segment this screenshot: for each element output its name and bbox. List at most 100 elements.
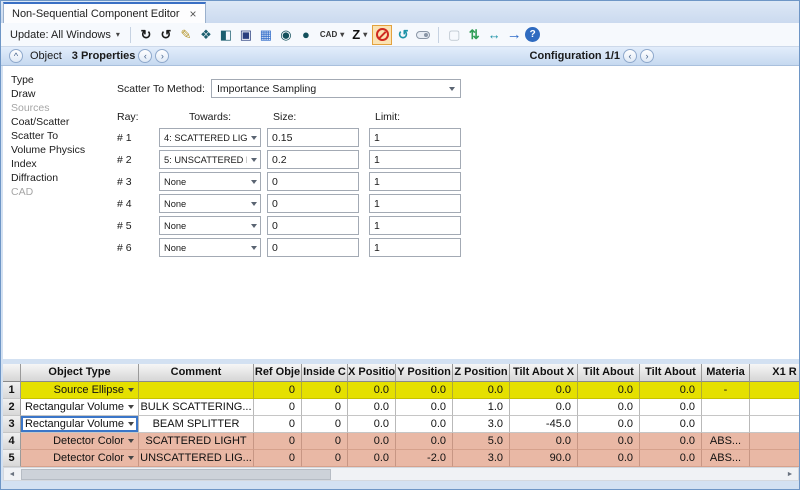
cell-z-position[interactable]: 0.0	[453, 382, 510, 399]
towards-select[interactable]: None	[159, 172, 261, 191]
cell-y-position[interactable]: 0.0	[396, 399, 453, 416]
cell-object-type[interactable]: Detector Color	[21, 450, 139, 467]
cell-ref-object[interactable]: 0	[254, 450, 302, 467]
refresh-icon[interactable]: ↻	[137, 26, 155, 44]
towards-select[interactable]: None	[159, 238, 261, 257]
cell-tilt-x[interactable]: -45.0	[510, 416, 578, 433]
cell-x-position[interactable]: 0.0	[348, 399, 396, 416]
help-icon[interactable]: ?	[525, 27, 540, 42]
size-input[interactable]	[267, 172, 359, 191]
cell-tilt-z[interactable]: 0.0	[640, 399, 702, 416]
sidebar-item-volume-physics[interactable]: Volume Physics	[11, 143, 103, 157]
no-symbol-icon[interactable]	[372, 25, 392, 45]
cell-tilt-z[interactable]: 0.0	[640, 382, 702, 399]
cell-x-position[interactable]: 0.0	[348, 416, 396, 433]
cell-tilt-z[interactable]: 0.0	[640, 433, 702, 450]
cell-comment[interactable]: BULK SCATTERING...	[139, 399, 254, 416]
rotate-icon[interactable]: ↺	[394, 26, 412, 44]
refresh-all-icon[interactable]: ↺	[157, 26, 175, 44]
cell-material[interactable]: ABS...	[702, 433, 750, 450]
cell-tilt-x[interactable]: 0.0	[510, 433, 578, 450]
cell-ref-object[interactable]: 0	[254, 399, 302, 416]
ray-dots-icon[interactable]: ◉	[277, 26, 295, 44]
cell-z-position[interactable]: 5.0	[453, 433, 510, 450]
scatter-method-select[interactable]: Importance Sampling	[211, 79, 461, 98]
size-input[interactable]	[267, 238, 359, 257]
cell-tilt-x[interactable]: 0.0	[510, 399, 578, 416]
cell-inside-of[interactable]: 0	[302, 450, 348, 467]
cell-y-position[interactable]: 0.0	[396, 416, 453, 433]
cell-object-type[interactable]: Rectangular Volume	[21, 399, 139, 416]
cell-x1[interactable]	[750, 416, 799, 433]
cell-tilt-y[interactable]: 0.0	[578, 416, 640, 433]
size-input[interactable]	[267, 216, 359, 235]
cell-y-position[interactable]: -2.0	[396, 450, 453, 467]
cell-tilt-x[interactable]: 0.0	[510, 382, 578, 399]
cell-tilt-z[interactable]: 0.0	[640, 450, 702, 467]
update-mode-dropdown[interactable]: Update: All Windows ▾	[6, 27, 124, 43]
edit-pencil-icon[interactable]: ✎	[177, 26, 195, 44]
cell-tilt-z[interactable]: 0.0	[640, 416, 702, 433]
cell-ref-object[interactable]: 0	[254, 433, 302, 450]
cell-x1[interactable]	[750, 382, 799, 399]
cell-object-type[interactable]: Source Ellipse	[21, 382, 139, 399]
shaded-model-icon[interactable]: ❖	[197, 26, 215, 44]
close-icon[interactable]: ×	[190, 8, 197, 20]
cell-inside-of[interactable]: 0	[302, 399, 348, 416]
cell-x-position[interactable]: 0.0	[348, 433, 396, 450]
cell-x1[interactable]	[750, 433, 799, 450]
prev-object-button[interactable]: ‹	[138, 49, 152, 63]
cell-object-type[interactable]: Detector Color	[21, 433, 139, 450]
prev-configuration-button[interactable]: ‹	[623, 49, 637, 63]
row-number[interactable]: 4	[3, 433, 21, 450]
limit-input[interactable]	[369, 172, 461, 191]
towards-select[interactable]: 4: SCATTERED LIGHT	[159, 128, 261, 147]
next-configuration-button[interactable]: ›	[640, 49, 654, 63]
grid-icon[interactable]: ▦	[257, 26, 275, 44]
cell-z-position[interactable]: 1.0	[453, 399, 510, 416]
sidebar-item-diffraction[interactable]: Diffraction	[11, 171, 103, 185]
cell-z-position[interactable]: 3.0	[453, 450, 510, 467]
cell-comment[interactable]: SCATTERED LIGHT	[139, 433, 254, 450]
cell-inside-of[interactable]: 0	[302, 382, 348, 399]
cell-tilt-y[interactable]: 0.0	[578, 399, 640, 416]
tab-nsc-editor[interactable]: Non-Sequential Component Editor ×	[3, 2, 206, 23]
row-number[interactable]: 3	[3, 416, 21, 433]
solid-model-icon[interactable]: ▣	[237, 26, 255, 44]
cell-y-position[interactable]: 0.0	[396, 382, 453, 399]
sidebar-item-coat-scatter[interactable]: Coat/Scatter	[11, 115, 103, 129]
cell-z-position[interactable]: 3.0	[453, 416, 510, 433]
forward-arrow-icon[interactable]: →	[505, 26, 523, 44]
horizontal-scrollbar[interactable]: ◄ ►	[3, 467, 799, 481]
scrollbar-thumb[interactable]	[21, 469, 331, 480]
cross-section-icon[interactable]: ◧	[217, 26, 235, 44]
cell-x1[interactable]	[750, 450, 799, 467]
cell-ref-object[interactable]: 0	[254, 382, 302, 399]
cell-x1[interactable]	[750, 399, 799, 416]
cell-inside-of[interactable]: 0	[302, 433, 348, 450]
sidebar-item-scatter-to[interactable]: Scatter To	[11, 129, 103, 143]
toggle-icon[interactable]	[414, 26, 432, 44]
size-input[interactable]	[267, 128, 359, 147]
cad-dropdown[interactable]: CAD ▾	[317, 30, 347, 39]
sidebar-item-draw[interactable]: Draw	[11, 87, 103, 101]
horizontal-arrow-icon[interactable]: ↔	[485, 26, 503, 44]
cell-material[interactable]: ABS...	[702, 450, 750, 467]
z-axis-dropdown[interactable]: Z ▾	[349, 27, 370, 42]
cell-ref-object[interactable]: 0	[254, 416, 302, 433]
swap-arrows-icon[interactable]: ⇅	[465, 26, 483, 44]
scroll-left-button[interactable]: ◄	[5, 469, 19, 480]
cell-tilt-y[interactable]: 0.0	[578, 433, 640, 450]
row-number[interactable]: 1	[3, 382, 21, 399]
limit-input[interactable]	[369, 150, 461, 169]
sphere-icon[interactable]: ●	[297, 26, 315, 44]
row-number[interactable]: 5	[3, 450, 21, 467]
cell-comment[interactable]: BEAM SPLITTER	[139, 416, 254, 433]
cell-object-type[interactable]: Rectangular Volume	[21, 416, 139, 433]
towards-select[interactable]: None	[159, 194, 261, 213]
cell-inside-of[interactable]: 0	[302, 416, 348, 433]
size-input[interactable]	[267, 150, 359, 169]
cell-tilt-y[interactable]: 0.0	[578, 382, 640, 399]
cell-material[interactable]	[702, 416, 750, 433]
size-input[interactable]	[267, 194, 359, 213]
